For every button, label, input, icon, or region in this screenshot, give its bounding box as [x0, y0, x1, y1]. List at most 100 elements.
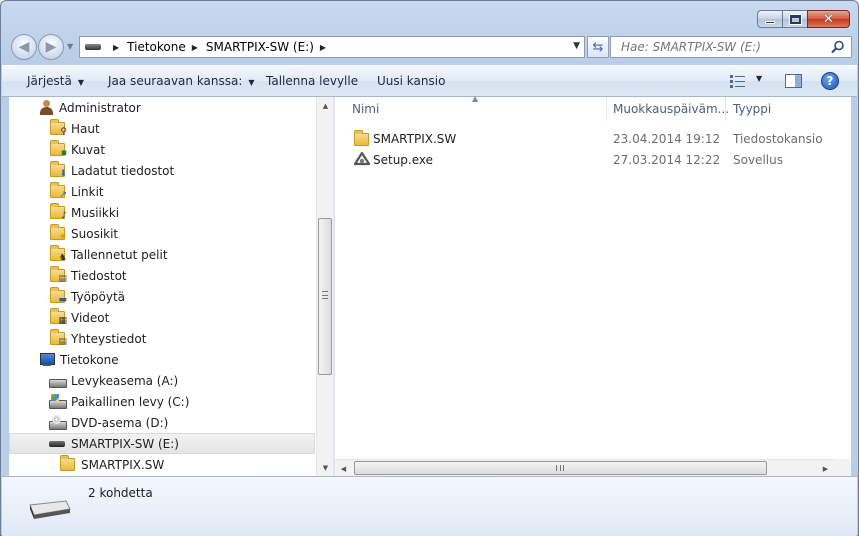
address-bar[interactable]: ▶ Tietokone ▶ SMARTPIX-SW (E:) ▶ ▼ [79, 36, 585, 58]
refresh-button[interactable]: ⇆ [587, 36, 609, 58]
user-folder-icon [39, 100, 53, 115]
file-name: Setup.exe [373, 153, 434, 167]
column-header-type[interactable]: Tyyppi [733, 102, 771, 116]
tree-item-label: Videot [71, 310, 110, 325]
setup-app-icon [354, 152, 370, 166]
chevron-down-icon: ▼ [77, 78, 85, 87]
tree-item-haut[interactable]: ⚲ Haut [9, 118, 315, 139]
tree-item-label: Suosikit [71, 226, 119, 241]
tree-item-label: Tietokone [60, 352, 119, 367]
breadcrumb-chevron-icon[interactable]: ▶ [113, 43, 119, 52]
file-row[interactable]: SMARTPIX.SW 23.04.2014 19:12 Tiedostokan… [335, 128, 851, 149]
tree-item-linkit[interactable]: ↗ Linkit [9, 181, 315, 202]
tree-item-ladatut[interactable]: ⬇ Ladatut tiedostot [9, 160, 315, 181]
folder-icon [60, 455, 75, 471]
refresh-icon: ⇆ [592, 39, 604, 55]
maximize-button[interactable] [782, 10, 808, 28]
tree-item-label: Linkit [71, 184, 104, 199]
back-button[interactable]: ◀ [11, 34, 37, 60]
nav-pane-scroll-thumb[interactable] [318, 218, 332, 375]
close-icon: ✕ [823, 11, 834, 27]
share-button[interactable]: Jaa seuraavan kanssa: ▼ [108, 74, 255, 88]
column-header-name[interactable]: Nimi [352, 102, 379, 116]
tree-item-videot[interactable]: ▦ Videot [9, 307, 315, 328]
navigation-pane: Administrator ⚲ Haut ▪ Kuvat ⬇ Ladatut t… [9, 97, 333, 476]
chevron-down-icon: ▼ [248, 78, 255, 87]
tree-item-label: SMARTPIX.SW [81, 457, 165, 472]
back-arrow-icon: ◀ [18, 39, 30, 55]
file-row[interactable]: Setup.exe 27.03.2014 12:22 Sovellus [335, 149, 851, 170]
folder-icon [354, 130, 369, 146]
tree-item-label: Ladatut tiedostot [71, 163, 175, 178]
tree-item-yhteystiedot[interactable]: ▤ Yhteystiedot [9, 328, 315, 349]
tree-item-smartpix-folder[interactable]: SMARTPIX.SW [9, 454, 315, 475]
close-button[interactable]: ✕ [807, 10, 850, 28]
links-folder-icon: ↗ [50, 182, 67, 200]
scroll-right-icon[interactable]: ▶ [817, 460, 834, 477]
dvd-drive-icon [49, 414, 67, 430]
view-dropdown-icon[interactable]: ▼ [756, 74, 762, 83]
new-folder-button[interactable]: Uusi kansio [377, 74, 445, 88]
minimize-button[interactable] [757, 10, 783, 28]
item-count: 2 kohdetta [88, 486, 153, 500]
tree-item-administrator[interactable]: Administrator [9, 97, 315, 118]
tree-item-kuvat[interactable]: ▪ Kuvat [9, 139, 315, 160]
breadcrumb-computer[interactable]: Tietokone [127, 40, 186, 54]
tree-item-tietokone[interactable]: Tietokone [9, 349, 315, 370]
tree-item-levykeasema[interactable]: Levykeasema (A:) [9, 370, 315, 391]
caption-buttons: ✕ [757, 10, 850, 28]
column-header-modified[interactable]: Muokkauspäiväm... [613, 102, 729, 116]
breadcrumb-chevron-icon[interactable]: ▶ [192, 43, 198, 52]
burn-button[interactable]: Tallenna levylle [266, 74, 358, 88]
nav-pane-scrollbar[interactable]: ▲ ▼ [316, 97, 333, 476]
videos-folder-icon: ▦ [50, 308, 67, 326]
file-list-pane: ▲ Nimi Muokkauspäiväm... Tyyppi SMARTPIX… [335, 94, 851, 476]
address-dropdown-icon[interactable]: ▼ [573, 41, 580, 51]
help-icon[interactable]: ? [821, 72, 839, 90]
music-folder-icon: ♪ [50, 203, 67, 221]
grip-icon [322, 291, 328, 299]
tree-item-musiikki[interactable]: ♪ Musiikki [9, 202, 315, 223]
organize-label: Järjestä [27, 74, 72, 88]
preview-pane-icon[interactable] [785, 74, 802, 88]
tree-item-smartpix-drive[interactable]: SMARTPIX-SW (E:) [9, 433, 315, 454]
search-box [610, 36, 852, 58]
favorites-folder-icon: ★ [50, 224, 67, 242]
search-input[interactable] [619, 39, 829, 55]
scroll-left-icon[interactable]: ◀ [335, 460, 352, 477]
column-divider[interactable] [725, 97, 726, 121]
view-options-icon[interactable] [730, 74, 746, 88]
share-label: Jaa seuraavan kanssa: [108, 74, 243, 88]
breadcrumb-drive[interactable]: SMARTPIX-SW (E:) [206, 40, 314, 54]
tree-item-label: Levykeasema (A:) [71, 373, 179, 388]
tree-item-label: Musiikki [71, 205, 120, 220]
tree-item-tallennetut-pelit[interactable]: ♞ Tallennetut pelit [9, 244, 315, 265]
tree-item-suosikit[interactable]: ★ Suosikit [9, 223, 315, 244]
file-list-scroll-thumb[interactable] [354, 461, 767, 475]
scroll-down-icon[interactable]: ▼ [317, 459, 333, 476]
file-list-h-scrollbar[interactable]: ◀ ▶ [335, 459, 851, 476]
column-divider[interactable] [606, 97, 607, 121]
forward-arrow-icon: ▶ [45, 39, 57, 55]
forward-button[interactable]: ▶ [38, 34, 64, 60]
organize-button[interactable]: Järjestä ▼ [27, 74, 84, 88]
grip-icon [556, 465, 564, 471]
downloads-folder-icon: ⬇ [50, 161, 67, 179]
searches-folder-icon: ⚲ [50, 119, 67, 137]
file-name: SMARTPIX.SW [373, 132, 457, 146]
scrollbar-corner [834, 459, 851, 476]
tree-item-label: SMARTPIX-SW (E:) [71, 436, 179, 451]
search-icon[interactable] [831, 40, 845, 54]
saved-games-folder-icon: ♞ [50, 245, 67, 263]
recent-pages-dropdown[interactable]: ▼ [67, 42, 73, 51]
explorer-window: ✕ ◀ ▶ ▼ ▶ Tietokone ▶ SMARTPIX-SW (E:) ▶… [0, 0, 859, 536]
usb-drive-icon [49, 440, 65, 447]
documents-folder-icon: ▤ [50, 266, 67, 284]
tree-item-dvd-asema[interactable]: DVD-asema (D:) [9, 412, 315, 433]
tree-item-label: Yhteystiedot [71, 331, 147, 346]
breadcrumb-chevron-icon[interactable]: ▶ [320, 43, 326, 52]
tree-item-tyopoyta[interactable]: ▬ Työpöytä [9, 286, 315, 307]
tree-item-tiedostot[interactable]: ▤ Tiedostot [9, 265, 315, 286]
tree-item-paikallinen-levy[interactable]: Paikallinen levy (C:) [9, 391, 315, 412]
scroll-up-icon[interactable]: ▲ [317, 97, 333, 114]
